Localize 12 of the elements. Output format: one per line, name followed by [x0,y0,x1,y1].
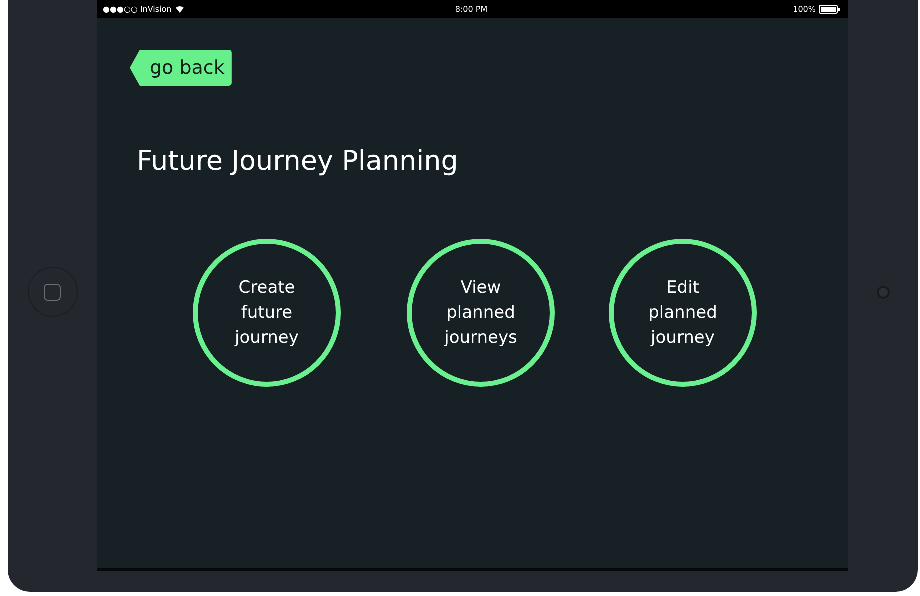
go-back-button[interactable]: go back [130,50,232,86]
carrier-text: ●●●○○ InVision [103,4,172,14]
option-button[interactable]: Edit planned journey [609,239,757,387]
home-button[interactable] [28,267,78,317]
option-button[interactable]: View planned journeys [407,239,555,387]
battery-icon [818,4,840,14]
wifi-icon [174,5,185,13]
status-time: 8:00 PM [455,4,488,14]
option-button[interactable]: Create future journey [193,239,341,387]
battery-percent: 100% [793,4,816,14]
camera-icon [876,286,890,298]
page-title: Future Journey Planning [137,146,460,177]
